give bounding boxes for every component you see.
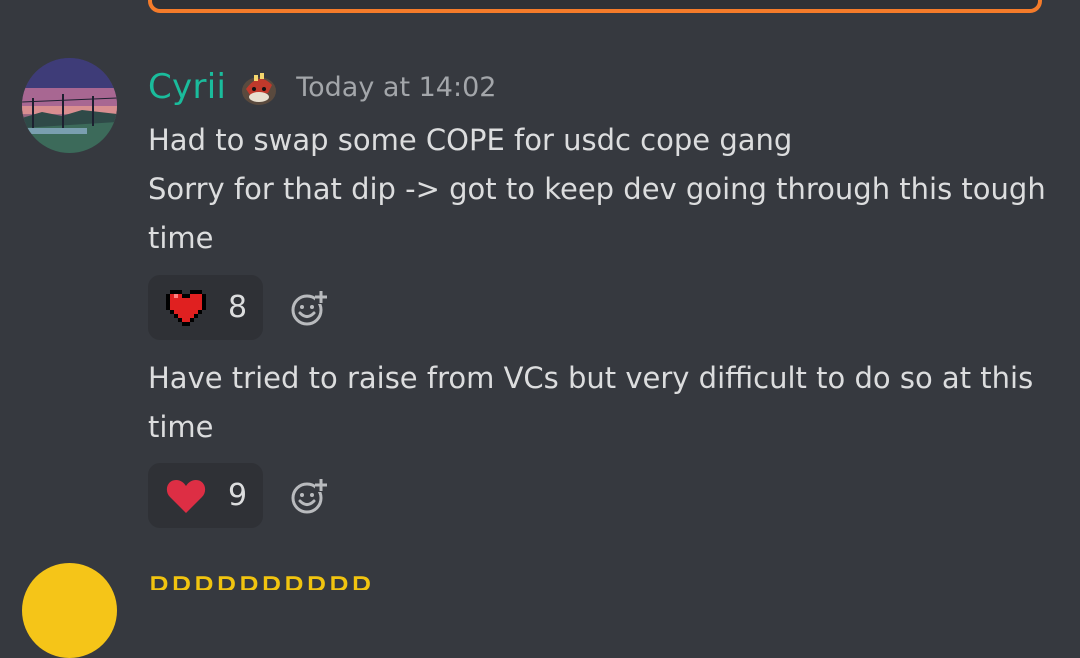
pixel-heart-icon (166, 289, 206, 326)
red-heart-icon (166, 479, 206, 513)
message-line: time (148, 410, 214, 444)
message-text-2: Have tried to raise from VCs but very di… (148, 354, 1048, 452)
message-line: Sorry for that dip -> got to keep dev go… (148, 172, 1046, 206)
add-reaction-icon[interactable] (289, 476, 329, 516)
reactions-bar: 8 (148, 275, 329, 340)
role-badge-icon (238, 67, 280, 107)
next-message-username[interactable]: PPPPPPPPPP (148, 570, 373, 590)
add-reaction-icon[interactable] (289, 288, 329, 328)
username[interactable]: Cyrii (148, 67, 226, 107)
message-text-1: Had to swap some COPE for usdc cope gang… (148, 116, 1048, 263)
reaction-pixel-heart[interactable]: 8 (148, 275, 263, 340)
embed-border (148, 0, 1042, 13)
message-header: Cyrii Today at 14:02 (148, 65, 496, 109)
timestamp: Today at 14:02 (296, 71, 497, 103)
reaction-count: 8 (228, 290, 248, 325)
reactions-bar: 9 (148, 463, 329, 528)
reaction-red-heart[interactable]: 9 (148, 463, 263, 528)
message-line: Had to swap some COPE for usdc cope gang (148, 123, 793, 157)
avatar[interactable] (22, 58, 117, 153)
reaction-count: 9 (228, 478, 248, 513)
next-message-avatar[interactable] (22, 563, 117, 658)
message-line: Have tried to raise from VCs but very di… (148, 361, 1034, 395)
message-line: time (148, 221, 214, 255)
